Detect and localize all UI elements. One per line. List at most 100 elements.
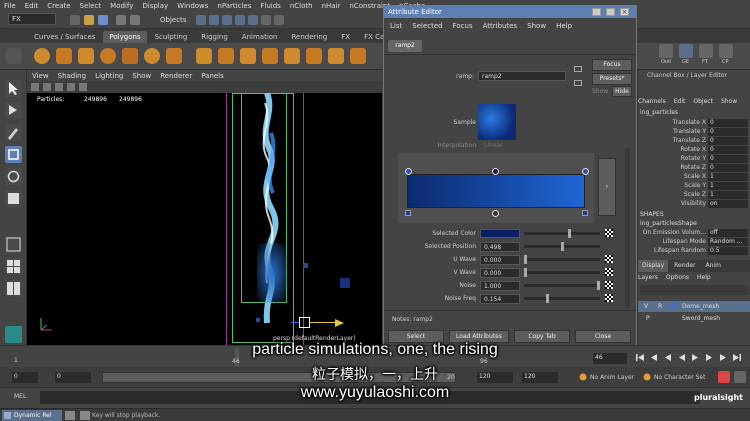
task-expand-icon[interactable]: [80, 411, 90, 420]
attr-field[interactable]: 0.154: [480, 294, 520, 304]
ae-menu-attributes[interactable]: Attributes: [483, 22, 518, 30]
channel-value[interactable]: 0: [708, 146, 748, 154]
layer-name[interactable]: Sword_mesh: [682, 315, 720, 322]
task-close-icon[interactable]: [65, 411, 75, 420]
channel-value[interactable]: 0: [708, 137, 748, 145]
interpolation-value[interactable]: Linear: [484, 142, 503, 149]
channel-value[interactable]: on: [708, 200, 748, 208]
layer-menu-help[interactable]: Help: [697, 274, 711, 284]
snap-live-icon[interactable]: [248, 15, 258, 25]
four-pane-layout-icon[interactable]: [5, 258, 22, 275]
snap-grid-icon[interactable]: [196, 15, 206, 25]
lasso-tool-icon[interactable]: [5, 102, 22, 119]
channel-row[interactable]: Scale X1: [638, 173, 750, 182]
move-tool-icon[interactable]: [5, 146, 22, 163]
snap-point-icon[interactable]: [222, 15, 232, 25]
layer-tab-display[interactable]: Display: [638, 260, 669, 272]
slider-thumb[interactable]: [545, 294, 549, 303]
focus-button[interactable]: Focus: [592, 59, 632, 71]
layer-tab-anim[interactable]: Anim: [702, 260, 725, 272]
shape-channel-row[interactable]: On Emission Volum... off: [638, 229, 750, 238]
channel-value[interactable]: 0: [708, 128, 748, 136]
channel-box-title[interactable]: Channel Box / Layer Editor: [647, 72, 727, 79]
bevel-icon[interactable]: [328, 48, 344, 64]
minimize-icon[interactable]: [592, 8, 601, 16]
menu-fluids[interactable]: Fluids: [260, 2, 280, 10]
open-ramp-editor-button[interactable]: ›: [598, 158, 616, 216]
shelf-tab-sculpting[interactable]: Sculpting: [149, 31, 194, 43]
paint-select-tool-icon[interactable]: [5, 124, 22, 141]
slider-thumb[interactable]: [567, 229, 571, 238]
channel-row[interactable]: Scale Y1: [638, 182, 750, 191]
shape-channel-row[interactable]: Lifespan Mode Random ...: [638, 238, 750, 247]
ae-scrollbar[interactable]: [625, 148, 630, 308]
slider-track[interactable]: [524, 271, 600, 274]
layer-row[interactable]: V R Dome_mesh: [638, 301, 750, 312]
history-icon[interactable]: [261, 15, 271, 25]
ae-menu-focus[interactable]: Focus: [453, 22, 473, 30]
slider-thumb[interactable]: [560, 242, 564, 251]
channel-row[interactable]: Visibility on: [638, 200, 750, 209]
selection-mode-label[interactable]: Objects: [160, 16, 186, 24]
menu-file[interactable]: File: [4, 2, 16, 10]
ramp-gradient[interactable]: [407, 174, 585, 208]
channel-row[interactable]: Rotate Z0: [638, 164, 750, 173]
shelf-tab-rigging[interactable]: Rigging: [195, 31, 234, 43]
channel-row[interactable]: Scale Z1: [638, 191, 750, 200]
grid-toggle-icon[interactable]: [79, 83, 87, 91]
poly-plane-icon[interactable]: [122, 48, 138, 64]
image-plane-icon[interactable]: [67, 83, 75, 91]
menu-select[interactable]: Select: [80, 2, 102, 10]
snap-plane-icon[interactable]: [235, 15, 245, 25]
poly-cube-icon[interactable]: [56, 48, 72, 64]
vp-menu-shading[interactable]: Shading: [58, 72, 86, 80]
ae-menu-selected[interactable]: Selected: [412, 22, 442, 30]
shelf-tab-animation[interactable]: Animation: [236, 31, 284, 43]
cb-menu-channels[interactable]: Channels: [638, 98, 666, 108]
menu-modify[interactable]: Modify: [110, 2, 133, 10]
channel-row[interactable]: Rotate Y0: [638, 155, 750, 164]
ramp-color-handle[interactable]: [492, 168, 499, 175]
map-texture-icon[interactable]: [605, 229, 613, 237]
extrude-icon[interactable]: [306, 48, 322, 64]
menu-windows[interactable]: Windows: [177, 2, 208, 10]
menu-ncloth[interactable]: nCloth: [290, 2, 313, 10]
vp-menu-show[interactable]: Show: [132, 72, 151, 80]
menu-display[interactable]: Display: [142, 2, 168, 10]
viewport-persp[interactable]: Particles: 249896 249896 persp (defaultR…: [27, 93, 382, 345]
poly-torus-icon[interactable]: [144, 48, 160, 64]
layer-tab-render[interactable]: Render: [670, 260, 699, 272]
slider-track[interactable]: [524, 232, 600, 235]
slider-track[interactable]: [524, 258, 600, 261]
layer-visibility-toggle[interactable]: V: [644, 303, 648, 310]
two-pane-layout-icon[interactable]: [5, 280, 22, 297]
channel-value[interactable]: Random ...: [708, 238, 748, 246]
camera-select-icon[interactable]: [31, 83, 39, 91]
focus-arrow-icon[interactable]: [574, 66, 582, 72]
layer-menu-options[interactable]: Options: [666, 274, 689, 284]
layer-row[interactable]: P Sword_mesh: [638, 313, 750, 324]
shape-channel-row[interactable]: Lifespan Random 0.5: [638, 247, 750, 256]
ramp-position-handle[interactable]: [405, 210, 411, 216]
new-scene-icon[interactable]: [70, 15, 80, 25]
layer-color-swatch[interactable]: [670, 302, 678, 310]
cb-menu-show[interactable]: Show: [721, 98, 737, 108]
channel-panel-icon[interactable]: [719, 44, 733, 58]
menu-nhair[interactable]: nHair: [322, 2, 341, 10]
presets-arrow-icon[interactable]: [574, 80, 582, 86]
ramp-position-handle-selected[interactable]: [492, 210, 499, 217]
attr-field[interactable]: 0.000: [480, 255, 520, 265]
selected-color-swatch[interactable]: [480, 229, 520, 238]
menu-edit[interactable]: Edit: [25, 2, 39, 10]
channel-row[interactable]: Translate X0: [638, 119, 750, 128]
ramp-color-handle[interactable]: [405, 168, 412, 175]
redo-icon[interactable]: [130, 15, 140, 25]
cb-menu-object[interactable]: Object: [693, 98, 713, 108]
channel-value[interactable]: 1: [708, 173, 748, 181]
vp-menu-view[interactable]: View: [32, 72, 49, 80]
attr-field[interactable]: 0.000: [480, 268, 520, 278]
vp-menu-renderer[interactable]: Renderer: [160, 72, 192, 80]
ae-menu-show[interactable]: Show: [527, 22, 546, 30]
slider-track[interactable]: [524, 297, 600, 300]
menu-nparticles[interactable]: nParticles: [217, 2, 251, 10]
